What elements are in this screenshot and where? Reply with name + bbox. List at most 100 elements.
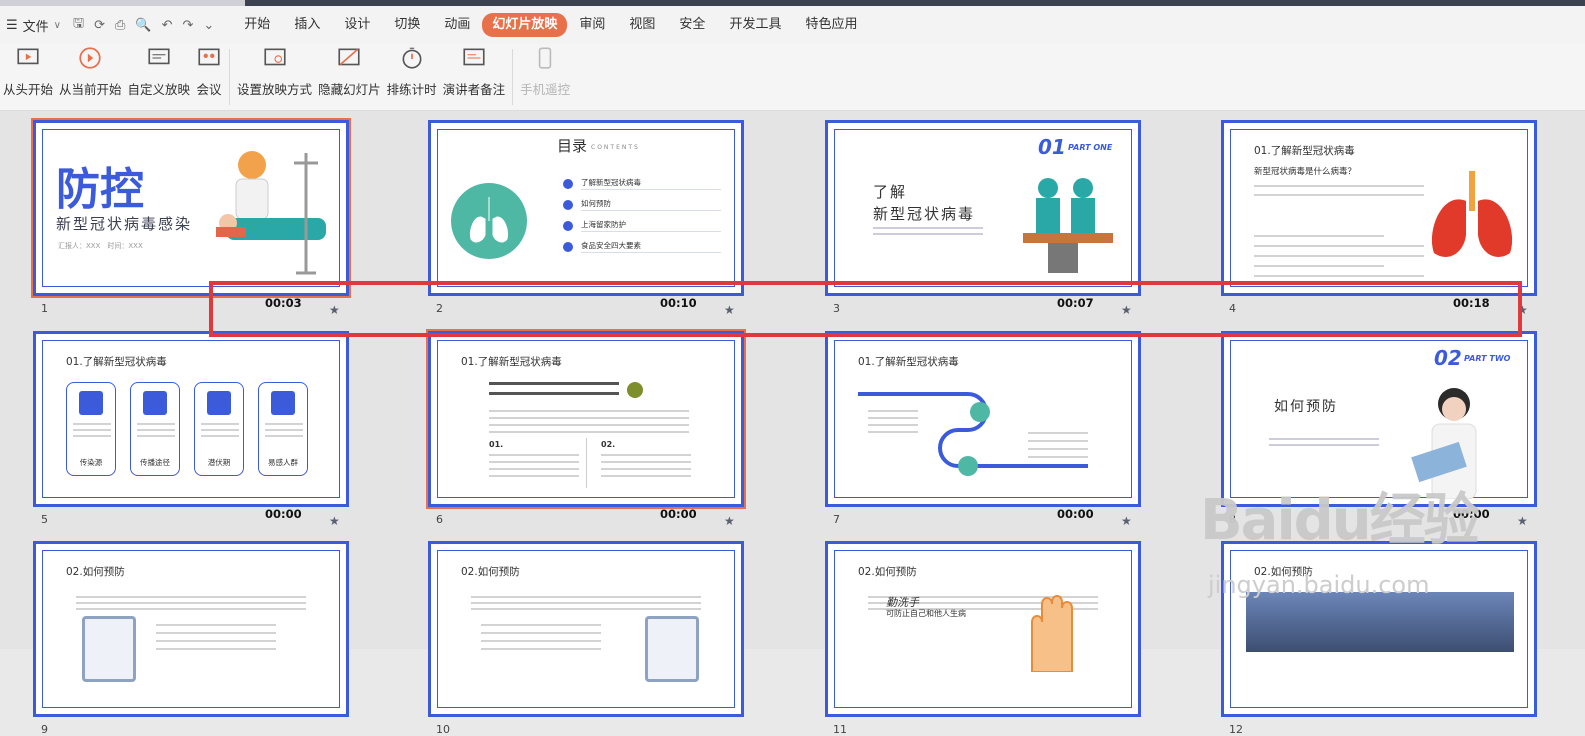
placeholder-text-line (471, 602, 701, 604)
ribbon-button-7[interactable]: 演讲者备注 (440, 44, 509, 98)
tab-0[interactable]: 开始 (232, 13, 282, 37)
slide-number: 10 (436, 723, 450, 736)
print-icon[interactable]: ⎙ (115, 18, 125, 33)
toc-item: 上海留家防护 (581, 220, 626, 229)
placeholder-text-line (601, 475, 691, 477)
slide-thumbnail[interactable]: 02.如何预防 勤洗手 可防止自己和他人生病 (825, 541, 1141, 717)
lungs-icon (451, 183, 527, 259)
placeholder-text-line (868, 431, 918, 433)
ribbon-button-0[interactable]: 从头开始 (0, 44, 56, 98)
slide-thumbnail[interactable]: 01.了解新型冠状病毒 01. 02. (426, 329, 746, 509)
animation-star-icon[interactable]: ★ (1517, 514, 1528, 528)
placeholder-text-line (868, 424, 918, 426)
placeholder-text-line (873, 227, 983, 229)
tab-9[interactable]: 开发工具 (717, 13, 793, 37)
undo-icon[interactable]: ↶ (162, 18, 173, 33)
ribbon-button-3[interactable]: 会议 (193, 44, 225, 98)
file-menu[interactable]: ☰ 文件 ∨ (6, 16, 61, 35)
crowd-photo (1246, 592, 1514, 652)
slide-thumbnail[interactable]: 02.如何预防 (428, 541, 744, 717)
slide-thumbnail[interactable]: 01.了解新型冠状病毒 (825, 331, 1141, 507)
tab-2[interactable]: 设计 (332, 13, 382, 37)
placeholder-text-line (471, 596, 701, 598)
placeholder-text-line (201, 429, 239, 431)
ribbon-button-label: 设置放映方式 (237, 82, 313, 97)
ribbon-button-label: 自定义放映 (127, 82, 191, 97)
slide-title: 防控 (56, 164, 144, 215)
animation-star-icon[interactable]: ★ (329, 514, 340, 528)
slide-thumbnail[interactable]: 01.了解新型冠状病毒 新型冠状病毒是什么病毒？ (1221, 120, 1537, 296)
tab-5[interactable]: 幻灯片放映 (482, 13, 568, 37)
placeholder-text-line (489, 468, 579, 470)
slide-thumbnail[interactable]: 02.如何预防 (1221, 541, 1537, 717)
animation-star-icon[interactable]: ★ (1121, 514, 1132, 528)
clipboard-icon (82, 616, 136, 682)
watermark-url: jingyan.baidu.com (1208, 571, 1430, 599)
toc-item: 如何预防 (581, 199, 611, 208)
redo-icon[interactable]: ↷ (182, 18, 193, 33)
placeholder-text-line (137, 429, 175, 431)
ribbon-button-label: 排练计时 (386, 82, 437, 97)
placeholder-text-line (201, 435, 239, 437)
format-painter-icon[interactable]: ⟳ (94, 18, 105, 33)
placeholder-text-line (471, 608, 701, 610)
slide-thumbnail[interactable]: 02.如何预防 (33, 541, 349, 717)
placeholder-text-line (1028, 456, 1088, 458)
placeholder-text-line (265, 423, 303, 425)
placeholder-text-line (489, 475, 579, 477)
surgery-illustration (988, 158, 1128, 288)
ribbon-separator (512, 49, 514, 105)
ribbon-button-8[interactable]: 手机遥控 (517, 44, 573, 98)
slide-number: 9 (41, 723, 48, 736)
hamburger-icon: ☰ (6, 17, 18, 33)
quick-access-toolbar: 🖫 ⟳ ⎙ 🔍 ↶ ↷ ⌄ (73, 14, 214, 36)
tab-8[interactable]: 安全 (667, 13, 717, 37)
slide-heading: 01.了解新型冠状病毒 (858, 356, 959, 368)
watermark-logo: Baidu经验 (1200, 488, 1480, 553)
tab-1[interactable]: 插入 (282, 13, 332, 37)
placeholder-text-line (156, 624, 276, 626)
tab-3[interactable]: 切换 (382, 13, 432, 37)
toc-bullet-icon (563, 200, 573, 210)
tab-10[interactable]: 特色应用 (793, 13, 869, 37)
placeholder-text-line (265, 429, 303, 431)
tab-4[interactable]: 动画 (432, 13, 482, 37)
slide-thumbnail[interactable]: 防控 新型冠状病毒感染 汇报人：XXX 时间：XXX (31, 118, 351, 298)
print-preview-icon[interactable]: 🔍 (135, 18, 151, 33)
placeholder-text-line (1269, 444, 1379, 446)
placeholder-text-line (73, 423, 111, 425)
slide-bold-text-line (489, 382, 619, 385)
ribbon-button-2[interactable]: 自定义放映 (125, 44, 194, 98)
ribbon-button-6[interactable]: 排练计时 (384, 44, 440, 98)
slide-thumbnail[interactable]: 01.了解新型冠状病毒 传染源 传播途径 潜伏期 易感人群 (33, 331, 349, 507)
slide-number: 11 (833, 723, 847, 736)
animation-star-icon[interactable]: ★ (724, 514, 735, 528)
placeholder-text-line (489, 431, 689, 433)
placeholder-text-line (481, 624, 601, 626)
slide-number: 7 (833, 513, 840, 526)
tab-6[interactable]: 审阅 (567, 13, 617, 37)
tab-7[interactable]: 视图 (617, 13, 667, 37)
slide-thumbnail[interactable]: 01 PART ONE 了解 新型冠状病毒 (825, 120, 1141, 296)
placeholder-text-line (489, 417, 689, 419)
ribbon-button-label: 从当前开始 (59, 82, 122, 97)
toc-dotted-line (581, 210, 721, 211)
setup-show-icon (262, 45, 288, 79)
placeholder-text-line (156, 632, 276, 634)
slide-subheading-2: 可防止自己和他人生病 (886, 609, 966, 618)
placeholder-text-line (73, 435, 111, 437)
customize-icon[interactable]: ⌄ (203, 18, 214, 33)
menu-bar: ☰ 文件 ∨ 🖫 ⟳ ⎙ 🔍 ↶ ↷ ⌄ 开始 插入 设计 切换 动画 幻灯片放映 审阅 视图… (0, 6, 1585, 44)
ribbon-button-5[interactable]: 隐藏幻灯片 (315, 44, 384, 98)
info-card: 潜伏期 (194, 382, 244, 476)
placeholder-text-line (1254, 275, 1424, 277)
save-icon[interactable]: 🖫 (73, 14, 84, 36)
slide-number: 12 (1229, 723, 1243, 736)
placeholder-text-line (73, 429, 111, 431)
slide-heading: 02.如何预防 (66, 566, 125, 578)
slide-thumbnail[interactable]: 目录 CONTENTS 了解新型冠状病毒 如何预防 上海留家防护 食品安全四大要素 (428, 120, 744, 296)
card-label: 传染源 (79, 458, 103, 467)
placeholder-text-line (76, 602, 306, 604)
ribbon-button-1[interactable]: 从当前开始 (56, 44, 125, 98)
ribbon-button-4[interactable]: 设置放映方式 (234, 44, 315, 98)
